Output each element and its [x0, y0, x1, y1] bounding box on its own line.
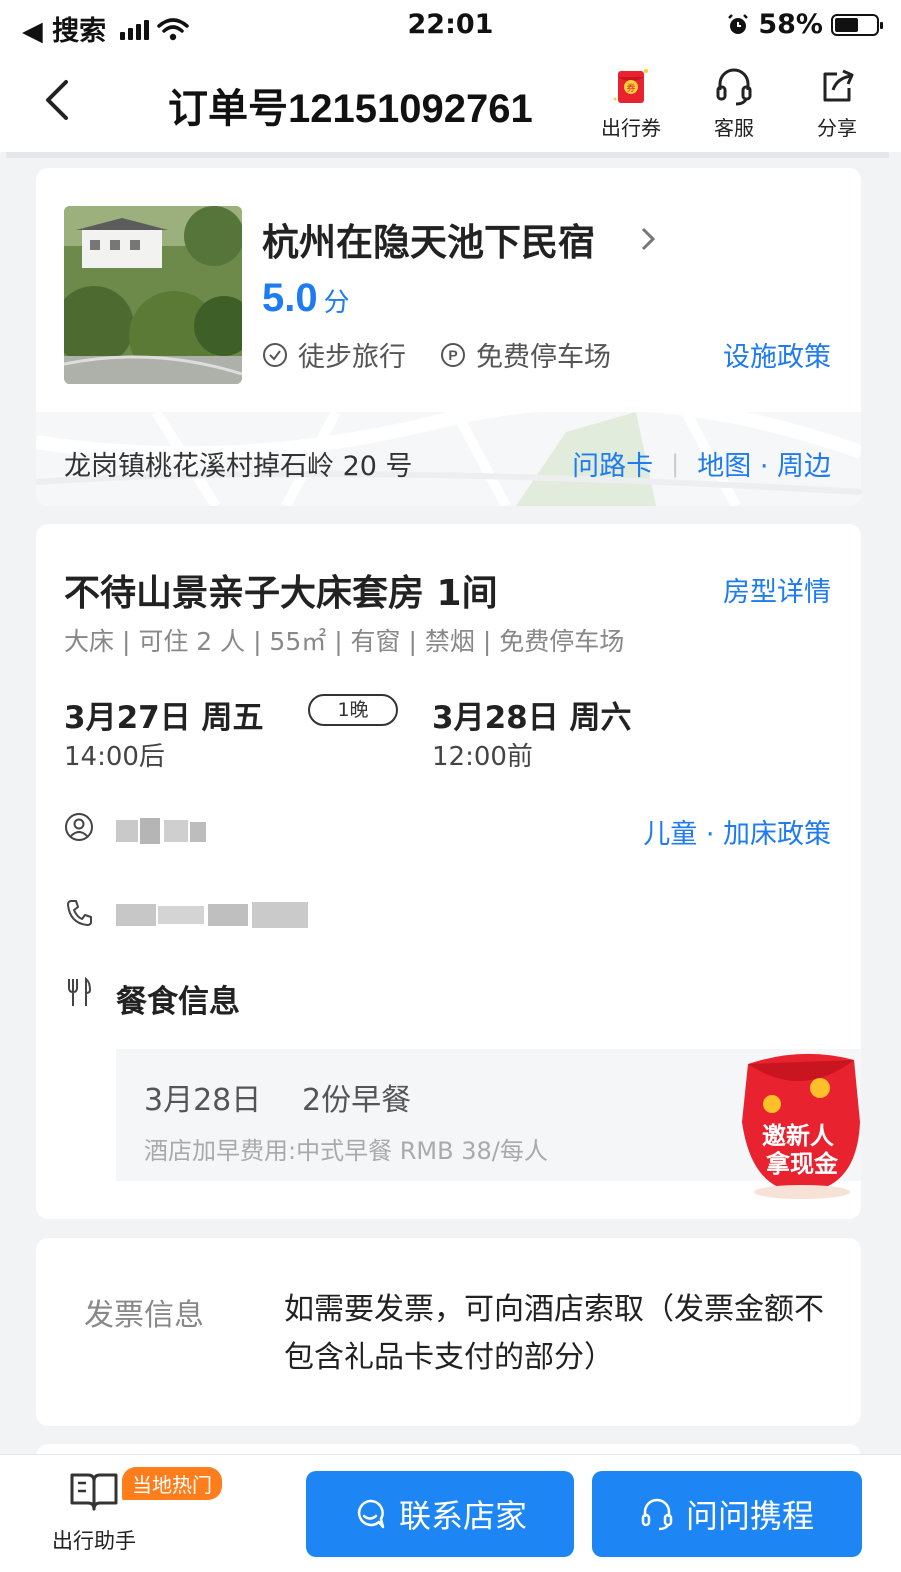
- nights-badge: 1晚: [308, 694, 398, 726]
- coupon-label: 出行券: [601, 116, 661, 140]
- back-arrow-icon[interactable]: [36, 72, 86, 128]
- status-right: 58%: [726, 9, 883, 40]
- guest-phone-blurred: [116, 902, 308, 928]
- guest-name-blurred: [116, 818, 206, 844]
- svg-text:P: P: [448, 347, 457, 363]
- utensils-icon: [68, 976, 92, 1006]
- invoice-label: 发票信息: [84, 1298, 204, 1333]
- map-nearby-link[interactable]: 地图 · 周边: [697, 444, 831, 483]
- chat-icon: [357, 1499, 385, 1529]
- ask-ctrip-label: 问问携程: [685, 1497, 814, 1535]
- meal-info-title: 餐食信息: [116, 984, 240, 1020]
- chevron-right-icon[interactable]: [640, 226, 656, 252]
- directions-card-link[interactable]: 问路卡: [572, 444, 653, 483]
- battery-percent: 58%: [758, 9, 823, 40]
- ask-ctrip-button[interactable]: 问问携程: [592, 1471, 862, 1557]
- nav-bar: 订单号12151092761 券 出行券 客服 分享: [0, 50, 901, 152]
- status-bar: ◀ 搜索 22:01 58%: [0, 0, 901, 50]
- checkin-time: 14:00后: [64, 742, 165, 772]
- headset-icon: [641, 1498, 673, 1531]
- alarm-icon: [728, 13, 749, 34]
- map-links: 问路卡 | 地图 · 周边: [572, 444, 831, 483]
- promo-line1: 邀新人: [762, 1122, 834, 1150]
- contact-host-button[interactable]: 联系店家: [306, 1471, 574, 1557]
- invite-cash-promo[interactable]: 邀新人 拿现金: [732, 1052, 866, 1200]
- invoice-card: 发票信息 如需要发票，可向酒店索取（发票金额不包含礼品卡支付的部分）: [36, 1238, 861, 1426]
- order-number-title: 订单号12151092761: [168, 87, 533, 131]
- checkout-time: 12:00前: [432, 742, 533, 772]
- map-link-separator: |: [671, 449, 680, 478]
- check-circle-icon: [263, 342, 287, 367]
- phone-icon: [67, 900, 92, 926]
- share-label: 分享: [817, 116, 857, 140]
- promo-line2: 拿现金: [766, 1150, 839, 1178]
- meal-quantity: 2份早餐: [302, 1083, 412, 1118]
- share-button[interactable]: 分享: [792, 64, 882, 141]
- hotel-score: 5.0 分: [262, 276, 350, 321]
- svg-text:券: 券: [626, 82, 635, 94]
- extra-breakfast-fee: 酒店加早费用:中式早餐 RMB 38/每人: [144, 1137, 548, 1165]
- hotel-name[interactable]: 杭州在隐天池下民宿: [262, 212, 595, 266]
- checkout-date: 3月28日 周六: [432, 700, 632, 736]
- score-value: 5.0: [262, 276, 318, 320]
- room-detail-link[interactable]: 房型详情: [723, 570, 831, 609]
- hotel-tags: 徒步旅行 P 免费停车场: [262, 335, 645, 374]
- facility-policy-link[interactable]: 设施政策: [723, 335, 831, 374]
- parking-icon: P: [441, 342, 465, 367]
- coupon-button[interactable]: 券 出行券: [586, 64, 676, 141]
- customer-service-label: 客服: [714, 116, 754, 140]
- score-unit: 分: [323, 287, 350, 317]
- local-hot-badge: 当地热门: [122, 1467, 222, 1500]
- hotel-photo[interactable]: [64, 206, 242, 384]
- checkin-date: 3月27日 周五: [64, 700, 264, 736]
- headset-icon: [716, 68, 752, 106]
- contact-host-label: 联系店家: [398, 1497, 527, 1535]
- room-info: 大床 | 可住 2 人 | 55㎡ | 有窗 | 禁烟 | 免费停车场: [64, 627, 625, 656]
- invoice-text: 如需要发票，可向酒店索取（发票金额不包含礼品卡支付的部分）: [284, 1292, 824, 1375]
- tag-label: 徒步旅行: [298, 342, 406, 373]
- tag-parking: P 免费停车场: [440, 335, 611, 374]
- hotel-card: 杭州在隐天池下民宿 5.0 分 徒步旅行 P 免费停车场 设施政策 龙岗镇桃花溪村…: [36, 168, 861, 506]
- battery-icon: [831, 13, 883, 36]
- book-icon: [70, 1473, 118, 1511]
- share-icon: [823, 69, 854, 102]
- hotel-address: 龙岗镇桃花溪村掉石岭 20 号: [64, 451, 413, 482]
- meal-date: 3月28日: [144, 1083, 262, 1118]
- bottom-bar: 出行助手 当地热门 联系店家 问问携程: [0, 1454, 901, 1572]
- customer-service-button[interactable]: 客服: [689, 64, 779, 141]
- nav-divider: [6, 152, 889, 158]
- tag-hiking: 徒步旅行: [262, 335, 406, 374]
- tag-label: 免费停车场: [476, 342, 611, 373]
- coupon-icon: 券: [613, 69, 648, 103]
- room-name: 不待山景亲子大床套房 1间: [64, 573, 498, 614]
- child-extra-bed-policy-link[interactable]: 儿童 · 加床政策: [643, 812, 831, 851]
- guest-icon: [65, 813, 93, 841]
- travel-assistant-label: 出行助手: [52, 1529, 136, 1553]
